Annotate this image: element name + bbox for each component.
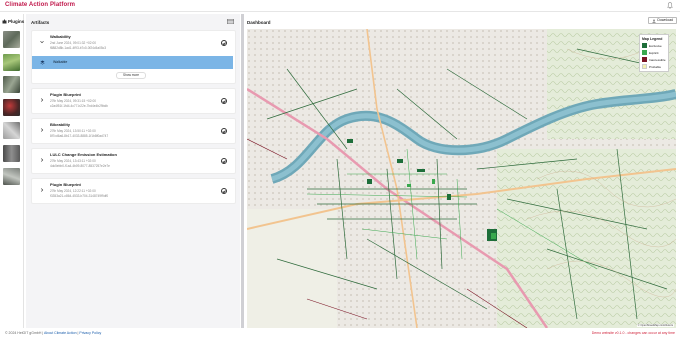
- check-circle-icon: [221, 128, 227, 134]
- app-title[interactable]: Climate Action Platform: [5, 2, 75, 8]
- plugins-header: Plugins: [2, 19, 24, 24]
- chevron-right-icon[interactable]: [40, 98, 44, 102]
- artifact-title: Plugin Blueprint: [50, 182, 81, 187]
- footer-left: © 2024 HeiGIT gGmbH | About Climate Acti…: [5, 331, 102, 335]
- plugin-thumb-5[interactable]: [3, 122, 20, 139]
- artifact-id: f8882d8b-1ad1-4f93-b7c0-0f24c5a05c3: [50, 46, 107, 50]
- download-icon: [652, 18, 656, 23]
- artifact-date: 27th May 2024, 12:22:11 +02:00: [50, 189, 96, 193]
- legend-item-probable: Probable: [642, 64, 666, 69]
- map-canvas[interactable]: [247, 29, 676, 328]
- check-circle-icon: [221, 40, 227, 46]
- privacy-link[interactable]: Privacy Policy: [79, 331, 101, 335]
- legend-swatch: [642, 64, 647, 69]
- artifacts-panel: Artifacts Walkability 2nd June 2024, 09:…: [26, 14, 240, 328]
- legend-label: Probable: [649, 64, 662, 69]
- artifact-date: 2nd June 2024, 09:01:32 +02:00: [50, 41, 96, 45]
- bell-icon[interactable]: [667, 2, 673, 9]
- legend-item-explicit: Explicit: [642, 50, 666, 55]
- artifact-id: f3353a21-c864-4533-b704-3148749f9df0: [50, 194, 109, 198]
- dashboard-title: Dashboard: [247, 20, 271, 25]
- plugins-rail: Plugins: [0, 14, 24, 328]
- walkable-label: Walkable: [53, 60, 68, 64]
- plugin-thumb-7[interactable]: [3, 168, 20, 185]
- artifact-item-walkable[interactable]: Walkable: [32, 56, 233, 69]
- demo-notice: Demo website v0.1.0 - changes can occur …: [591, 331, 675, 335]
- plugins-label: Plugins: [8, 19, 25, 24]
- artifact-title: Plugin Blueprint: [50, 92, 81, 97]
- artifact-title: Bikeability: [50, 122, 71, 127]
- artifact-date: 27th May 2024, 13:50:11 +02:00: [50, 129, 96, 133]
- check-circle-icon: [221, 188, 227, 194]
- legend-item-inaccessible: Inaccessible: [642, 57, 666, 62]
- dashboard-panel: Dashboard Download Map Legend Exclusive …: [245, 14, 680, 330]
- puzzle-icon: [2, 19, 7, 24]
- plugin-thumb-6[interactable]: [3, 145, 20, 162]
- chevron-right-icon[interactable]: [40, 128, 44, 132]
- artifacts-header: Artifacts: [31, 20, 50, 25]
- legend-label: Exclusive: [649, 43, 662, 48]
- top-bar: Climate Action Platform: [0, 0, 680, 12]
- legend-label: Inaccessible: [649, 57, 666, 62]
- chevron-right-icon[interactable]: [40, 158, 44, 162]
- legend-label: Explicit: [649, 50, 659, 55]
- chevron-down-icon[interactable]: [40, 40, 44, 44]
- plugin-thumb-1[interactable]: [3, 31, 20, 48]
- artifact-id: 8f7cd6a6-8b17-4033-8885-1f1b8f0ad747: [50, 134, 109, 138]
- show-more-button[interactable]: Show more: [116, 72, 146, 79]
- map-view[interactable]: Map Legend Exclusive Explicit Inaccessib…: [247, 29, 676, 328]
- about-link[interactable]: About Climate Action: [44, 331, 77, 335]
- plugin-thumb-4[interactable]: [3, 99, 20, 116]
- artifact-date: 27th May 2024, 09:31:15 +02:00: [50, 99, 96, 103]
- artifact-card-lulc[interactable]: LULC Change Emission Estimation 27th May…: [31, 148, 236, 174]
- check-circle-icon: [221, 158, 227, 164]
- artifact-title: Walkability: [50, 34, 71, 39]
- map-attribution[interactable]: © OpenStreetMap contributors: [636, 324, 674, 327]
- footer: © 2024 HeiGIT gGmbH | About Climate Acti…: [0, 330, 680, 337]
- legend-swatch: [642, 57, 647, 62]
- artifact-date: 27th May 2024, 13:43:11 +02:00: [50, 159, 96, 163]
- legend-title: Map Legend: [642, 37, 663, 41]
- artifact-title: LULC Change Emission Estimation: [50, 152, 117, 157]
- copyright: © 2024 HeiGIT gGmbH: [5, 331, 42, 335]
- artifact-id: c2a4f51f-1fd4-4c77-b22e-7bd4e4b29bdb: [50, 104, 108, 108]
- artifact-card-plugin-blueprint[interactable]: Plugin Blueprint 27th May 2024, 09:31:15…: [31, 88, 236, 114]
- artifact-id: 4dc5ebb0-f1a4-4b09-8077-8537257e2e7e: [50, 164, 110, 168]
- layers-icon: [40, 60, 45, 65]
- map-legend: Map Legend Exclusive Explicit Inaccessib…: [639, 34, 669, 72]
- legend-swatch: [642, 50, 647, 55]
- panel-resize-handle[interactable]: [241, 14, 244, 328]
- check-circle-icon: [221, 98, 227, 104]
- legend-swatch: [642, 43, 647, 48]
- collapse-panel-icon[interactable]: [227, 19, 234, 24]
- artifact-card-plugin-blueprint-2[interactable]: Plugin Blueprint 27th May 2024, 12:22:11…: [31, 178, 236, 204]
- download-label: Download: [657, 18, 673, 22]
- artifact-card-bikeability[interactable]: Bikeability 27th May 2024, 13:50:11 +02:…: [31, 118, 236, 144]
- chevron-right-icon[interactable]: [40, 188, 44, 192]
- legend-item-exclusive: Exclusive: [642, 43, 666, 48]
- download-button[interactable]: Download: [648, 17, 677, 24]
- plugin-thumb-3[interactable]: [3, 76, 20, 93]
- plugin-thumb-2[interactable]: [3, 54, 20, 71]
